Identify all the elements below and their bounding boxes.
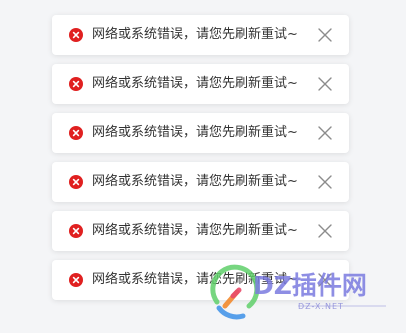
toast-message: 网络或系统错误，请您先刷新重试~ <box>92 174 298 189</box>
toast-message: 网络或系统错误，请您先刷新重试~ <box>92 27 298 42</box>
toast-message: 网络或系统错误，请您先刷新重试~ <box>92 76 298 91</box>
error-circle-icon <box>69 175 83 189</box>
watermark-url: DZ-X.NET <box>298 302 344 311</box>
error-toast: 网络或系统错误，请您先刷新重试~ <box>52 211 349 251</box>
close-icon[interactable] <box>317 76 333 92</box>
error-circle-icon <box>69 28 83 42</box>
error-circle-icon <box>69 126 83 140</box>
error-toast: 网络或系统错误，请您先刷新重试~ <box>52 162 349 202</box>
close-icon[interactable] <box>317 223 333 239</box>
close-icon[interactable] <box>317 125 333 141</box>
watermark-name: DZ插件网 <box>253 271 367 300</box>
close-icon[interactable] <box>317 174 333 190</box>
error-circle-icon <box>69 77 83 91</box>
error-circle-icon <box>69 224 83 238</box>
close-icon[interactable] <box>317 27 333 43</box>
error-circle-icon <box>69 273 83 287</box>
toast-message: 网络或系统错误，请您先刷新重试~ <box>92 125 298 140</box>
error-toast: 网络或系统错误，请您先刷新重试~ <box>52 64 349 104</box>
watermark-logo: DZ插件网 DZ-X.NET <box>203 262 406 333</box>
toast-message: 网络或系统错误，请您先刷新重试~ <box>92 223 298 238</box>
error-toast: 网络或系统错误，请您先刷新重试~ <box>52 113 349 153</box>
error-toast: 网络或系统错误，请您先刷新重试~ <box>52 15 349 55</box>
